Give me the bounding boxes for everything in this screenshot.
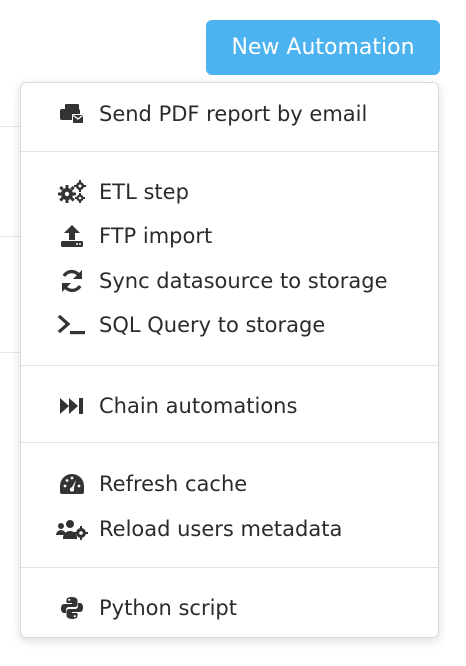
menu-item-label: Sync datasource to storage <box>99 269 388 293</box>
terminal-icon <box>56 310 88 340</box>
menu-item-sync-datasource[interactable]: Sync datasource to storage <box>21 261 438 301</box>
menu-item-chain-automations[interactable]: Chain automations <box>21 386 438 426</box>
sync-icon <box>56 266 88 296</box>
cogs-icon <box>56 177 88 207</box>
page: New Automation Send PDF report by email <box>0 0 466 666</box>
upload-icon <box>56 221 88 251</box>
background-divider <box>0 236 20 237</box>
automation-type-menu: Send PDF report by email ETL step FTP im… <box>20 82 439 638</box>
menu-divider <box>21 151 438 152</box>
new-automation-button[interactable]: New Automation <box>206 20 440 75</box>
menu-item-label: Python script <box>99 596 237 620</box>
menu-divider <box>21 567 438 568</box>
menu-item-label: Reload users metadata <box>99 517 343 541</box>
menu-item-refresh-cache[interactable]: Refresh cache <box>21 464 438 504</box>
menu-item-ftp-import[interactable]: FTP import <box>21 216 438 256</box>
menu-item-reload-users-metadata[interactable]: Reload users metadata <box>21 509 438 549</box>
menu-divider <box>21 365 438 366</box>
menu-item-etl-step[interactable]: ETL step <box>21 172 438 212</box>
menu-item-sql-query[interactable]: SQL Query to storage <box>21 305 438 345</box>
menu-item-label: Chain automations <box>99 394 298 418</box>
menu-divider <box>21 442 438 443</box>
email-report-icon <box>56 99 88 129</box>
gauge-icon <box>56 469 88 499</box>
menu-item-label: Send PDF report by email <box>99 102 368 126</box>
users-cog-icon <box>56 514 88 544</box>
menu-item-label: Refresh cache <box>99 472 248 496</box>
menu-item-label: FTP import <box>99 224 213 248</box>
menu-item-python-script[interactable]: Python script <box>21 588 438 628</box>
menu-item-label: ETL step <box>99 180 189 204</box>
menu-item-label: SQL Query to storage <box>99 313 326 337</box>
background-divider <box>0 126 20 127</box>
menu-item-send-pdf-report[interactable]: Send PDF report by email <box>21 94 438 134</box>
python-icon <box>56 593 88 623</box>
background-divider <box>0 352 20 353</box>
fast-forward-icon <box>56 391 88 421</box>
